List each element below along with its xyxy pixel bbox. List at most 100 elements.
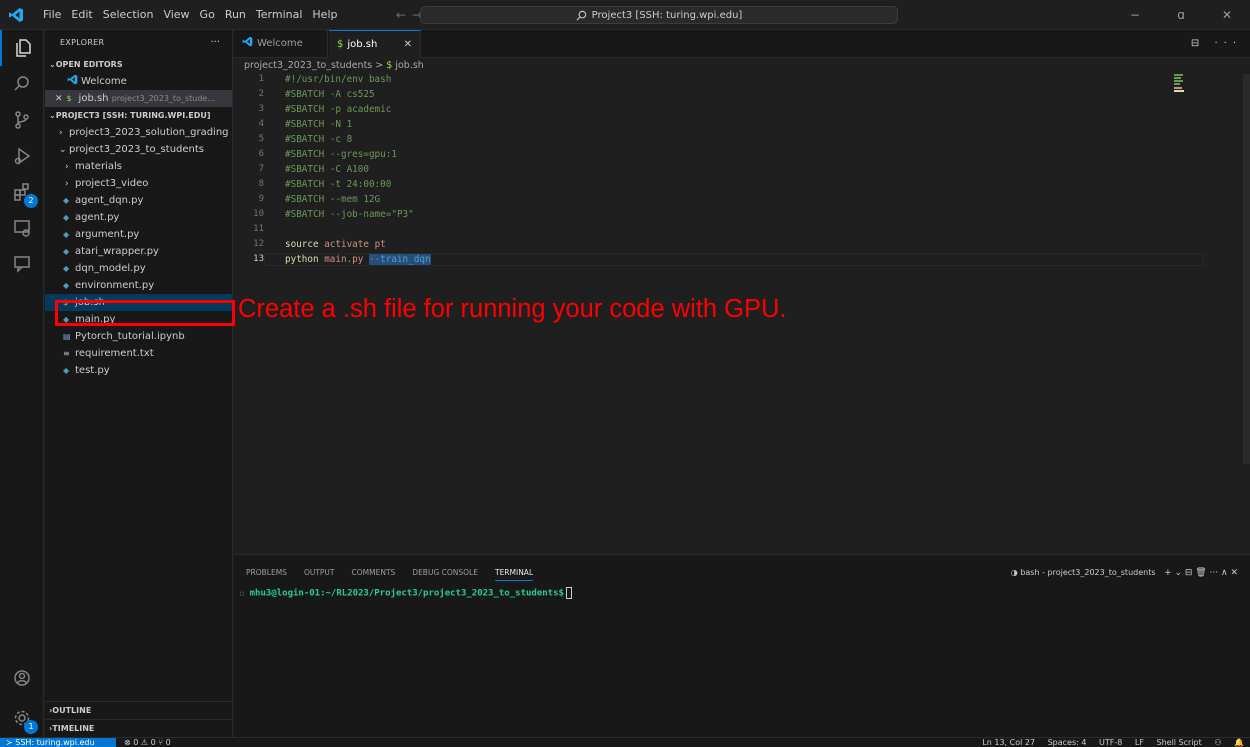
- cursor-position[interactable]: Ln 13, Col 27: [982, 738, 1035, 747]
- breadcrumb-file[interactable]: job.sh: [395, 60, 423, 71]
- minimap[interactable]: [1174, 74, 1186, 92]
- menu-view[interactable]: View: [158, 0, 194, 30]
- file-atari-wrapper[interactable]: ◆ atari_wrapper.py: [45, 243, 232, 260]
- notebook-file-icon: ▤: [63, 332, 71, 341]
- remote-explorer-activity[interactable]: [0, 210, 44, 246]
- explorer-more-button[interactable]: ···: [210, 30, 220, 56]
- sidebar-bottom-sections: ›OUTLINE ›TIMELINE: [45, 701, 233, 737]
- notifications-bell-icon[interactable]: 🔔: [1234, 738, 1244, 747]
- file-pytorch-tutorial[interactable]: ▤ Pytorch_tutorial.ipynb: [45, 328, 232, 345]
- editor-scrollbar[interactable]: [1243, 74, 1250, 464]
- close-tab-button[interactable]: ✕: [404, 31, 412, 59]
- file-environment[interactable]: ◆ environment.py: [45, 277, 232, 294]
- extensions-activity[interactable]: 2: [0, 174, 44, 210]
- terminal-icon: ◑: [1010, 568, 1018, 577]
- extensions-badge: 2: [24, 194, 38, 208]
- python-file-icon: ◆: [63, 247, 70, 256]
- menu-help[interactable]: Help: [307, 0, 342, 30]
- bottom-panel: PROBLEMS OUTPUT COMMENTS DEBUG CONSOLE T…: [234, 554, 1250, 737]
- remote-icon: ≻: [6, 738, 16, 747]
- testing-activity[interactable]: [0, 246, 44, 282]
- folder-to-students[interactable]: ⌄ project3_2023_to_students: [45, 141, 232, 158]
- chevron-down-icon: ⌄: [49, 111, 56, 120]
- problems-indicator[interactable]: ⊗ 0 ⚠ 0 ⑂ 0: [124, 738, 171, 747]
- files-icon: [16, 39, 31, 57]
- file-agent[interactable]: ◆ agent.py: [45, 209, 232, 226]
- code-line: #!/usr/bin/env bash: [285, 74, 392, 85]
- vscode-logo-icon: [242, 36, 253, 47]
- explorer-sidebar: EXPLORER ··· ⌄OPEN EDITORS Welcome ✕ $ job…: [45, 30, 233, 737]
- remote-indicator[interactable]: ≻ SSH: turing.wpi.edu: [0, 738, 116, 747]
- menu-go[interactable]: Go: [195, 0, 220, 30]
- code-line: #SBATCH -C A100: [285, 164, 369, 175]
- code-line: #SBATCH --job-name="P3": [285, 209, 414, 220]
- search-activity[interactable]: [0, 66, 44, 102]
- folder-solution-grading[interactable]: › project3_2023_solution_grading: [45, 124, 232, 141]
- terminal-actions[interactable]: + ⌄ ⊟ 🗑 ··· ∧ ✕: [1164, 568, 1238, 578]
- window-controls: − ɑ ✕: [1112, 0, 1250, 30]
- outline-header[interactable]: ›OUTLINE: [45, 701, 233, 719]
- terminal-output[interactable]: ○ mhu3@login-01:~/RL2023/Project3/projec…: [240, 587, 572, 599]
- restore-button[interactable]: ɑ: [1158, 0, 1204, 30]
- encoding[interactable]: UTF-8: [1099, 738, 1122, 747]
- indentation[interactable]: Spaces: 4: [1048, 738, 1087, 747]
- menu-edit[interactable]: Edit: [66, 0, 97, 30]
- source-control-activity[interactable]: [0, 102, 44, 138]
- source-control-icon: [15, 111, 29, 129]
- tab-debug-console[interactable]: DEBUG CONSOLE: [412, 565, 478, 581]
- tab-problems[interactable]: PROBLEMS: [246, 565, 287, 581]
- split-editor-button[interactable]: ⊟ ···: [1191, 30, 1242, 58]
- line-number: 7: [258, 164, 264, 174]
- explorer-activity[interactable]: [0, 30, 44, 66]
- line-number: 11: [253, 224, 264, 234]
- folder-materials[interactable]: › materials: [45, 158, 232, 175]
- project-header[interactable]: ⌄PROJECT3 [SSH: TURING.WPI.EDU]: [45, 107, 232, 124]
- file-agent-dqn[interactable]: ◆ agent_dqn.py: [45, 192, 232, 209]
- menu-terminal[interactable]: Terminal: [251, 0, 308, 30]
- timeline-header[interactable]: ›TIMELINE: [45, 719, 233, 737]
- open-editors-header[interactable]: ⌄OPEN EDITORS: [45, 56, 232, 73]
- python-file-icon: ◆: [63, 213, 70, 222]
- tab-job-sh[interactable]: $ job.sh ✕: [329, 30, 421, 58]
- tab-terminal[interactable]: TERMINAL: [494, 565, 534, 581]
- terminal-toolbar: ◑ bash - project3_2023_to_students + ⌄ ⊟…: [1011, 565, 1238, 581]
- annotation-text: Create a .sh file for running your code …: [238, 295, 787, 323]
- accounts-activity[interactable]: [0, 660, 44, 696]
- breadcrumb-folder[interactable]: project3_2023_to_students: [244, 60, 372, 71]
- tab-comments[interactable]: COMMENTS: [352, 565, 396, 581]
- code-line: #SBATCH -A cs525: [285, 89, 375, 100]
- manage-activity[interactable]: 1: [0, 700, 44, 736]
- line-number: 1: [258, 74, 264, 84]
- command-center[interactable]: Project3 [SSH: turing.wpi.edu]: [420, 6, 898, 24]
- text-file-icon: ≡: [63, 349, 70, 358]
- menu-run[interactable]: Run: [220, 0, 251, 30]
- open-editor-welcome[interactable]: Welcome: [45, 73, 232, 90]
- minimize-button[interactable]: −: [1112, 0, 1158, 30]
- chevron-right-icon: ›: [65, 162, 69, 172]
- panel-tabs: PROBLEMS OUTPUT COMMENTS DEBUG CONSOLE T…: [246, 565, 550, 581]
- file-argument[interactable]: ◆ argument.py: [45, 226, 232, 243]
- line-number: 9: [258, 194, 264, 204]
- file-dqn-model[interactable]: ◆ dqn_model.py: [45, 260, 232, 277]
- run-debug-activity[interactable]: [0, 138, 44, 174]
- open-editor-job-sh[interactable]: ✕ $ job.sh project3_2023_to_stude...: [45, 90, 232, 107]
- chevron-right-icon: ›: [59, 128, 63, 138]
- tab-output[interactable]: OUTPUT: [304, 565, 335, 581]
- line-number: 2: [258, 89, 264, 99]
- close-window-button[interactable]: ✕: [1204, 0, 1250, 30]
- back-arrow-icon[interactable]: ←: [396, 8, 412, 22]
- tab-welcome[interactable]: Welcome: [234, 30, 328, 58]
- file-test[interactable]: ◆ test.py: [45, 362, 232, 379]
- code-line: #SBATCH -p academic: [285, 104, 392, 115]
- terminal-prompt: mhu3@login-01:~/RL2023/Project3/project3…: [249, 588, 564, 599]
- file-requirement[interactable]: ≡ requirement.txt: [45, 345, 232, 362]
- terminal-name[interactable]: bash - project3_2023_to_students: [1020, 568, 1155, 577]
- shell-file-icon: $: [66, 94, 72, 103]
- copilot-icon[interactable]: ⚇: [1214, 738, 1221, 747]
- close-icon[interactable]: ✕: [55, 94, 63, 104]
- end-of-line[interactable]: LF: [1135, 738, 1144, 747]
- menu-file[interactable]: File: [38, 0, 66, 30]
- folder-project3-video[interactable]: › project3_video: [45, 175, 232, 192]
- language-mode[interactable]: Shell Script: [1157, 738, 1202, 747]
- menu-selection[interactable]: Selection: [98, 0, 159, 30]
